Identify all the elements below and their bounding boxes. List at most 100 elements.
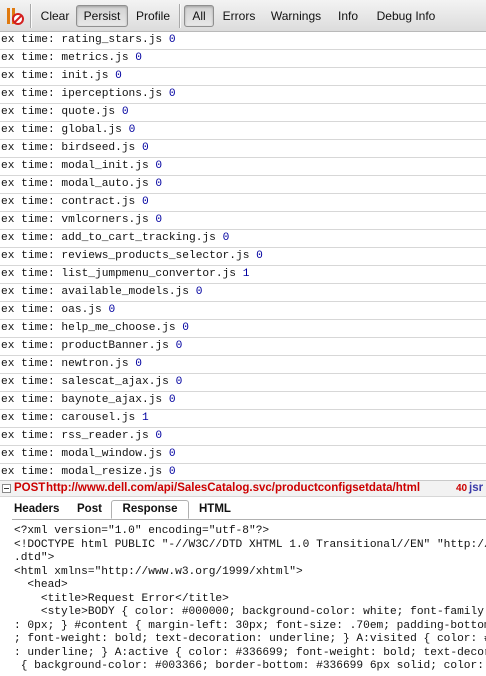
- log-entry-text: ex time: reviews_products_selector.js: [1, 250, 250, 262]
- log-entry-text: ex time: modal_auto.js: [1, 178, 149, 190]
- request-source-file[interactable]: jsr: [469, 481, 483, 496]
- log-entry: ex time: baynote_ajax.js 0: [0, 392, 486, 410]
- log-entry: ex time: metrics.js 0: [0, 50, 486, 68]
- log-entry-value: 0: [175, 340, 183, 352]
- response-code-line: <head>: [14, 579, 68, 591]
- log-entry: ex time: modal_auto.js 0: [0, 176, 486, 194]
- response-code-line: <html xmlns="http://www.w3.org/1999/xhtm…: [14, 565, 303, 578]
- tab-divider: [12, 519, 486, 520]
- log-entry-value: 0: [168, 466, 176, 478]
- log-entry-text: ex time: modal_resize.js: [1, 466, 163, 478]
- log-entry: ex time: reviews_products_selector.js 0: [0, 248, 486, 266]
- response-code-line: : underline; } A:active { color: #336699…: [14, 646, 486, 659]
- log-entry-text: ex time: carousel.js: [1, 412, 136, 424]
- response-code-line: <?xml version="1.0" encoding="utf-8"?>: [14, 525, 270, 537]
- console-log: ex time: rating_stars.js 0 ex time: metri…: [0, 32, 486, 482]
- log-entry: ex time: init.js 0: [0, 68, 486, 86]
- filter-debug-info-button[interactable]: Debug Info: [372, 5, 440, 27]
- log-entry-text: ex time: birdseed.js: [1, 142, 136, 154]
- log-entry-text: ex time: modal_window.js: [1, 448, 163, 460]
- log-entry: ex time: add_to_cart_tracking.js 0: [0, 230, 486, 248]
- filter-info-button[interactable]: Info: [333, 5, 363, 27]
- log-entry-text: ex time: modal_init.js: [1, 160, 149, 172]
- log-entry: ex time: available_models.js 0: [0, 284, 486, 302]
- toolbar-separator: [30, 4, 32, 28]
- log-entry-text: ex time: newtron.js: [1, 358, 129, 370]
- response-code-line: : 0px; } #content { margin-left: 30px; f…: [14, 619, 486, 632]
- log-entry-value: 0: [182, 322, 189, 334]
- log-entry-value: 0: [142, 196, 149, 208]
- log-entry: ex time: vmlcorners.js 0: [0, 212, 486, 230]
- log-entry-text: ex time: baynote_ajax.js: [1, 394, 163, 406]
- console-toolbar: Clear Persist Profile All Errors Warning…: [0, 0, 486, 32]
- log-entry: ex time: modal_window.js 0: [0, 446, 486, 464]
- request-url[interactable]: http://www.dell.com/api/SalesCatalog.svc…: [46, 481, 420, 496]
- response-code-line: .dtd">: [14, 552, 55, 564]
- log-entry-value: 0: [142, 142, 149, 154]
- log-entry-text: ex time: init.js: [1, 70, 109, 82]
- log-entry-value: 0: [155, 214, 163, 226]
- log-entry-value: 0: [155, 430, 163, 442]
- log-entry-value: 0: [155, 160, 163, 172]
- log-entry-value: 0: [256, 250, 263, 262]
- log-entry: ex time: help_me_choose.js 0: [0, 320, 486, 338]
- response-code-line: { background-color: #003366; border-bott…: [20, 660, 484, 672]
- log-entry-value: 0: [168, 34, 176, 46]
- log-entry-value: 0: [168, 394, 176, 406]
- log-entry-value: 1: [242, 268, 250, 280]
- log-entry-text: ex time: vmlcorners.js: [1, 214, 149, 226]
- log-entry-value: 0: [135, 358, 142, 370]
- log-entry-value: 0: [121, 106, 129, 118]
- log-entry-value: 0: [115, 70, 122, 82]
- log-entry: ex time: iperceptions.js 0: [0, 86, 486, 104]
- tab-headers[interactable]: Headers: [14, 500, 66, 519]
- log-entry-text: ex time: iperceptions.js: [1, 88, 163, 100]
- log-entry-value: 0: [128, 124, 136, 136]
- log-entry: ex time: rating_stars.js 0: [0, 32, 486, 50]
- log-entry: ex time: oas.js 0: [0, 302, 486, 320]
- network-request-row[interactable]: POST http://www.dell.com/api/SalesCatalo…: [0, 480, 486, 497]
- request-status: 40: [456, 483, 468, 494]
- log-entry-text: ex time: available_models.js: [1, 286, 189, 298]
- request-method: POST: [14, 482, 46, 494]
- log-entry: ex time: birdseed.js 0: [0, 140, 486, 158]
- profile-button[interactable]: Profile: [130, 5, 176, 27]
- log-entry-text: ex time: rss_reader.js: [1, 430, 149, 442]
- response-code-line: <style>BODY { color: #000000; background…: [40, 606, 486, 618]
- filter-errors-button[interactable]: Errors: [218, 5, 260, 27]
- log-entry-text: ex time: global.js: [1, 124, 122, 136]
- tab-html[interactable]: HTML: [199, 500, 235, 519]
- tab-response[interactable]: Response: [111, 500, 189, 519]
- clear-button[interactable]: Clear: [36, 5, 74, 27]
- log-entry: ex time: list_jumpmenu_convertor.js 1: [0, 266, 486, 284]
- log-entry-value: 0: [222, 232, 230, 244]
- log-entry-text: ex time: quote.js: [1, 106, 116, 118]
- log-entry-value: 0: [168, 88, 176, 100]
- tab-post[interactable]: Post: [77, 500, 107, 519]
- log-entry-value: 0: [155, 178, 163, 190]
- log-entry-text: ex time: salescat_ajax.js: [1, 376, 169, 388]
- filter-warnings-button[interactable]: Warnings: [266, 5, 326, 27]
- log-entry-value: 0: [175, 376, 183, 388]
- persist-button[interactable]: Persist: [76, 5, 128, 27]
- response-code-line: <!DOCTYPE html PUBLIC "-//W3C//DTD XHTML…: [14, 538, 486, 551]
- log-entry-text: ex time: metrics.js: [1, 52, 129, 64]
- log-entry-value: 0: [168, 448, 176, 460]
- response-body: <?xml version="1.0" encoding="utf-8"?> <!…: [0, 525, 486, 674]
- toolbar-separator: [179, 4, 181, 28]
- filter-all-button[interactable]: All: [184, 5, 214, 27]
- log-entry-text: ex time: list_jumpmenu_convertor.js: [1, 268, 236, 280]
- log-entry: ex time: quote.js 0: [0, 104, 486, 122]
- log-entry-value: 0: [108, 304, 116, 316]
- log-entry-text: ex time: add_to_cart_tracking.js: [1, 232, 216, 244]
- collapse-toggle-icon[interactable]: [2, 484, 11, 493]
- firebug-inspect-icon[interactable]: [3, 5, 25, 27]
- log-entry-text: ex time: help_me_choose.js: [1, 322, 176, 334]
- response-code-line: ; font-weight: bold; text-decoration: un…: [14, 633, 486, 645]
- log-entry: ex time: carousel.js 1: [0, 410, 486, 428]
- log-entry-value: 0: [195, 286, 203, 298]
- log-entry-value: 1: [142, 412, 149, 424]
- log-entry-text: ex time: contract.js: [1, 196, 136, 208]
- log-entry-value: 0: [135, 52, 142, 64]
- log-entry: ex time: contract.js 0: [0, 194, 486, 212]
